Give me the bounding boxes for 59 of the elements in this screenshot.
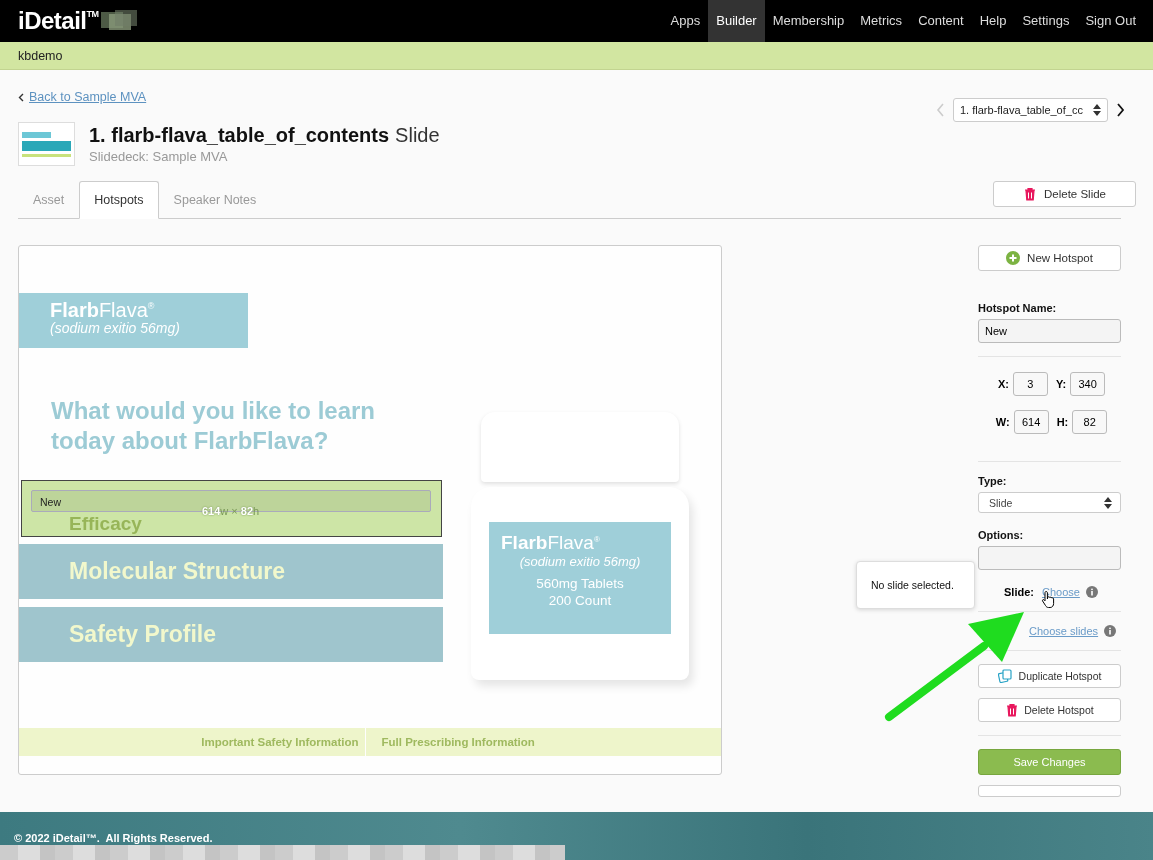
new-hotspot-button[interactable]: New Hotspot (978, 245, 1121, 271)
account-name: kbdemo (18, 48, 63, 63)
bottle-text: 200 Count (547, 592, 613, 609)
delete-hotspot-button[interactable]: Delete Hotspot (978, 698, 1121, 722)
nav-item[interactable]: Builder (708, 0, 765, 42)
info-icon (1104, 625, 1117, 637)
coordinate-field[interactable]: 82 (1072, 410, 1108, 434)
brand-name: FlarbFlava$^{®}$ (50, 299, 156, 322)
bottle-subtitle: (sodium exitio 56mg) (518, 554, 642, 569)
nav-item[interactable]: Content (910, 0, 972, 42)
menu-item-label: Safety Profile (69, 621, 216, 648)
field-label: Type: (978, 475, 1008, 487)
slide-heading: What would you like to learn today about FlarbFlava? (51, 396, 377, 456)
up-down-caret-icon (1104, 496, 1112, 509)
hotspot-dimensions: 614w × 82h (202, 505, 260, 517)
nav-item[interactable]: Membership (764, 0, 853, 42)
field-label: Slide: (1004, 586, 1034, 598)
tab[interactable]: Hotspots (79, 181, 159, 219)
chevron-left-icon (18, 92, 24, 102)
field-label: Y: (1055, 378, 1067, 390)
chevron-right-icon[interactable] (1116, 103, 1125, 117)
stacked-squares-icon (100, 10, 137, 32)
nav-item[interactable]: Metrics (852, 0, 911, 42)
menu-item-label: Efficacy (69, 514, 142, 534)
hotspot-name-field[interactable]: New (978, 319, 1121, 343)
duplicate-hotspot-button[interactable]: Duplicate Hotspot (978, 664, 1121, 688)
brand-subtitle: (sodium exitio 56mg) (50, 320, 181, 336)
up-down-caret-icon (1093, 104, 1101, 116)
info-icon (1085, 586, 1098, 598)
field-label: H: (1056, 416, 1069, 428)
coordinate-field[interactable]: 614 (1013, 410, 1049, 434)
field-label: W: (995, 416, 1010, 428)
slide-picker-dropdown[interactable]: 1. flarb-flava_table_of_cc (953, 98, 1108, 122)
slide-thumbnail (18, 122, 75, 166)
field-label: Hotspot Name: (978, 302, 1058, 314)
slide-title: 1. flarb-flava_table_of_contents (89, 124, 390, 147)
tooltip: No slide selected. (856, 561, 975, 609)
nav-item[interactable]: Sign Out (1077, 0, 1144, 42)
slide-type-label: Slide (395, 124, 440, 147)
field-label: X: (997, 378, 1009, 390)
bottle-brand: FlarbFlava$^{®}$ (500, 532, 601, 554)
copyright-text: © 2022 iDetail™. All Rights Reserved. (14, 832, 213, 844)
nav-item[interactable]: Apps (662, 0, 709, 42)
menu-item-label: Molecular Structure (69, 558, 285, 585)
delete-slide-button[interactable]: Delete Slide (993, 181, 1136, 207)
copy-icon (997, 669, 1012, 683)
slidedeck-label: Slidedeck: Sample MVA (89, 149, 229, 164)
hotspot-type-dropdown[interactable]: Slide (978, 492, 1121, 513)
plus-circle-icon (1006, 251, 1021, 265)
nav-item[interactable]: Settings (1014, 0, 1078, 42)
bottle-text: 560mg Tablets (535, 575, 625, 592)
options-field[interactable] (978, 546, 1121, 570)
coordinate-field[interactable]: 340 (1070, 372, 1106, 396)
logo-text: iDetail$^{TM}$ (18, 7, 99, 35)
trash-icon (1023, 187, 1037, 201)
coordinate-field[interactable]: 3 (1012, 372, 1048, 396)
nav-item[interactable]: Help (971, 0, 1015, 42)
field-label: Options: (978, 529, 1025, 541)
trash-icon (1005, 703, 1018, 717)
